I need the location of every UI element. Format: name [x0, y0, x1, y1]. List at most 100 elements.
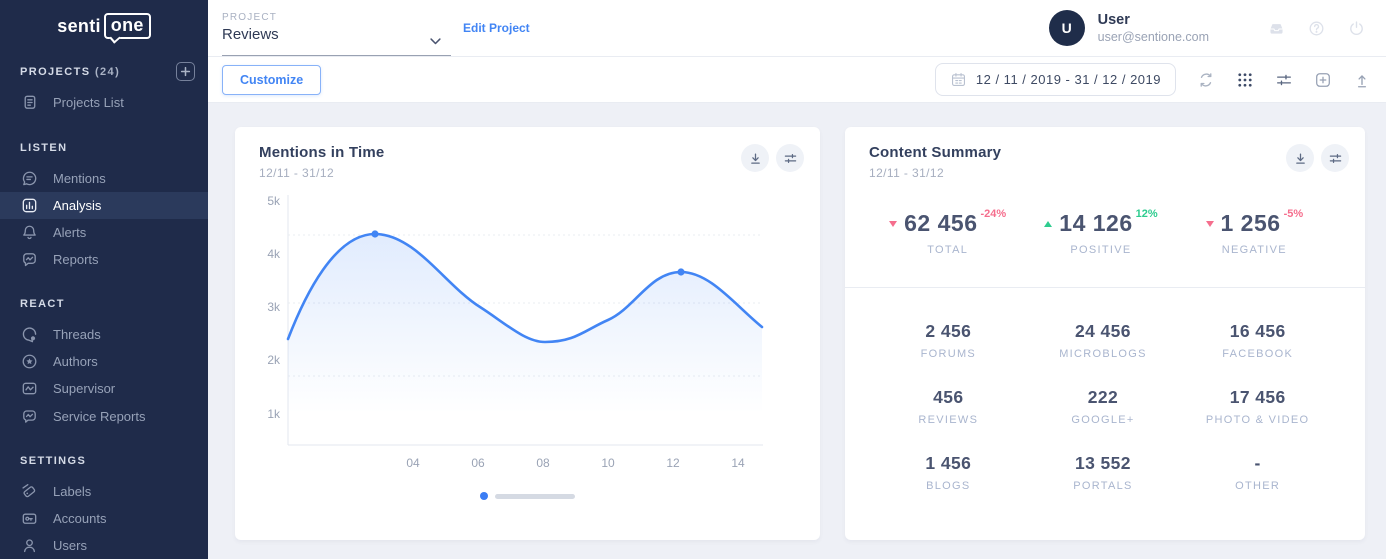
- add-widget-icon[interactable]: [1314, 71, 1332, 89]
- toolbar-right-group: 12 / 11 / 2019 - 31 / 12 / 2019: [935, 63, 1386, 96]
- card-header: Mentions in Time 12/11 - 31/12: [235, 127, 820, 180]
- sidebar-item-label: Alerts: [53, 225, 86, 240]
- source-value: 13 552: [1026, 453, 1181, 474]
- add-project-button[interactable]: [176, 62, 195, 81]
- source-value: 456: [871, 387, 1026, 408]
- card-header: Content Summary 12/11 - 31/12: [845, 127, 1365, 180]
- filters-icon[interactable]: [1275, 71, 1293, 89]
- source-label: PHOTO & VIDEO: [1180, 414, 1335, 426]
- inbox-icon[interactable]: [1267, 19, 1286, 38]
- y-tick: 2k: [267, 353, 281, 367]
- sidebar-item-labels[interactable]: Labels: [0, 478, 208, 505]
- topbar: PROJECT Reviews Edit Project U User user…: [208, 0, 1386, 57]
- trend-down-icon: [889, 221, 897, 227]
- download-button[interactable]: [1286, 144, 1314, 172]
- source-label: BLOGS: [871, 480, 1026, 492]
- source-label: PORTALS: [1026, 480, 1181, 492]
- projects-label: PROJECTS: [20, 66, 91, 78]
- source-stat-googleplus: 222 GOOGLE+: [1026, 387, 1181, 426]
- summary-sources-grid: 2 456 FORUMS 24 456 MICROBLOGS 16 456 FA…: [845, 288, 1365, 492]
- logo-text-senti: senti: [57, 16, 101, 37]
- source-value: 16 456: [1180, 321, 1335, 342]
- mentions-in-time-card: Mentions in Time 12/11 - 31/12: [235, 127, 820, 540]
- source-stat-photo-video: 17 456 PHOTO & VIDEO: [1180, 387, 1335, 426]
- sidebar-item-label: Labels: [53, 484, 91, 499]
- edit-project-link[interactable]: Edit Project: [463, 21, 530, 35]
- export-icon[interactable]: [1353, 71, 1371, 89]
- source-stat-portals: 13 552 PORTALS: [1026, 453, 1181, 492]
- source-label: GOOGLE+: [1026, 414, 1181, 426]
- project-select-label: PROJECT: [222, 12, 451, 23]
- chart-settings-button[interactable]: [776, 144, 804, 172]
- card-date-range: 12/11 - 31/12: [869, 166, 1001, 180]
- mentions-icon: [20, 169, 39, 188]
- card-title: Content Summary: [869, 144, 1001, 161]
- help-icon[interactable]: [1307, 19, 1326, 38]
- sidebar-item-label: Users: [53, 538, 87, 553]
- projects-count: (24): [95, 66, 120, 78]
- card-actions: [741, 144, 804, 172]
- reports-icon: [20, 250, 39, 269]
- power-icon[interactable]: [1347, 19, 1366, 38]
- dashboard-content: Mentions in Time 12/11 - 31/12: [208, 103, 1386, 559]
- sidebar-item-threads[interactable]: Threads: [0, 321, 208, 348]
- trend-up-icon: [1044, 221, 1052, 227]
- pagination-track[interactable]: [495, 494, 575, 499]
- chart-settings-button[interactable]: [1321, 144, 1349, 172]
- sidebar-item-label: Supervisor: [53, 381, 115, 396]
- sidebar-item-label: Accounts: [53, 511, 106, 526]
- card-date-range: 12/11 - 31/12: [259, 166, 384, 180]
- sidebar-item-users[interactable]: Users: [0, 532, 208, 559]
- sliders-icon: [1327, 150, 1344, 167]
- date-range-value: 12 / 11 / 2019 - 31 / 12 / 2019: [976, 72, 1161, 87]
- sidebar-item-accounts[interactable]: Accounts: [0, 505, 208, 532]
- date-range-picker[interactable]: 12 / 11 / 2019 - 31 / 12 / 2019: [935, 63, 1176, 96]
- sidebar-item-label: Mentions: [53, 171, 106, 186]
- sidebar-item-analysis[interactable]: Analysis: [0, 192, 208, 219]
- grid-view-icon[interactable]: [1236, 71, 1254, 89]
- sidebar-item-reports[interactable]: Reports: [0, 246, 208, 273]
- x-tick: 14: [731, 456, 745, 470]
- avatar[interactable]: U: [1049, 10, 1085, 46]
- source-stat-reviews: 456 REVIEWS: [871, 387, 1026, 426]
- sidebar-item-alerts[interactable]: Alerts: [0, 219, 208, 246]
- stat-value: 1 256: [1221, 210, 1281, 237]
- projects-header: PROJECTS (24): [0, 62, 208, 81]
- project-select-value: Reviews: [222, 26, 451, 43]
- key-icon: [20, 509, 39, 528]
- refresh-icon[interactable]: [1197, 71, 1215, 89]
- source-stat-facebook: 16 456 FACEBOOK: [1180, 321, 1335, 360]
- analysis-icon: [20, 196, 39, 215]
- calendar-icon: [950, 71, 967, 88]
- source-value: 17 456: [1180, 387, 1335, 408]
- download-button[interactable]: [741, 144, 769, 172]
- stat-total: 62 456 -24% TOTAL: [871, 210, 1024, 256]
- content-summary-card: Content Summary 12/11 - 31/12: [845, 127, 1365, 540]
- section-title-settings: SETTINGS: [0, 455, 208, 467]
- mentions-line-chart: 5k 4k 3k 2k 1k 04 06 08 10 12 14: [260, 190, 820, 479]
- authors-icon: [20, 352, 39, 371]
- source-label: MICROBLOGS: [1026, 348, 1181, 360]
- sidebar-item-label: Projects List: [53, 95, 124, 110]
- tag-icon: [20, 482, 39, 501]
- stat-positive: 14 126 12% POSITIVE: [1024, 210, 1177, 256]
- sidebar-item-supervisor[interactable]: Supervisor: [0, 375, 208, 402]
- project-select[interactable]: PROJECT Reviews: [222, 0, 451, 56]
- main-area: PROJECT Reviews Edit Project U User user…: [208, 0, 1386, 559]
- x-tick: 04: [406, 456, 420, 470]
- source-stat-blogs: 1 456 BLOGS: [871, 453, 1026, 492]
- stat-label: NEGATIVE: [1222, 244, 1287, 256]
- sidebar-item-mentions[interactable]: Mentions: [0, 165, 208, 192]
- sidebar-item-authors[interactable]: Authors: [0, 348, 208, 375]
- sidebar-item-projects-list[interactable]: Projects List: [0, 89, 208, 116]
- source-stat-other: - OTHER: [1180, 453, 1335, 492]
- stat-delta: -24%: [981, 208, 1007, 220]
- customize-button[interactable]: Customize: [222, 65, 321, 95]
- pagination-active-dot[interactable]: [480, 492, 488, 500]
- x-tick: 08: [536, 456, 550, 470]
- stat-label: TOTAL: [927, 244, 968, 256]
- x-tick: 06: [471, 456, 485, 470]
- sidebar-item-service-reports[interactable]: Service Reports: [0, 403, 208, 430]
- section-title-listen: LISTEN: [0, 142, 208, 154]
- threads-icon: [20, 325, 39, 344]
